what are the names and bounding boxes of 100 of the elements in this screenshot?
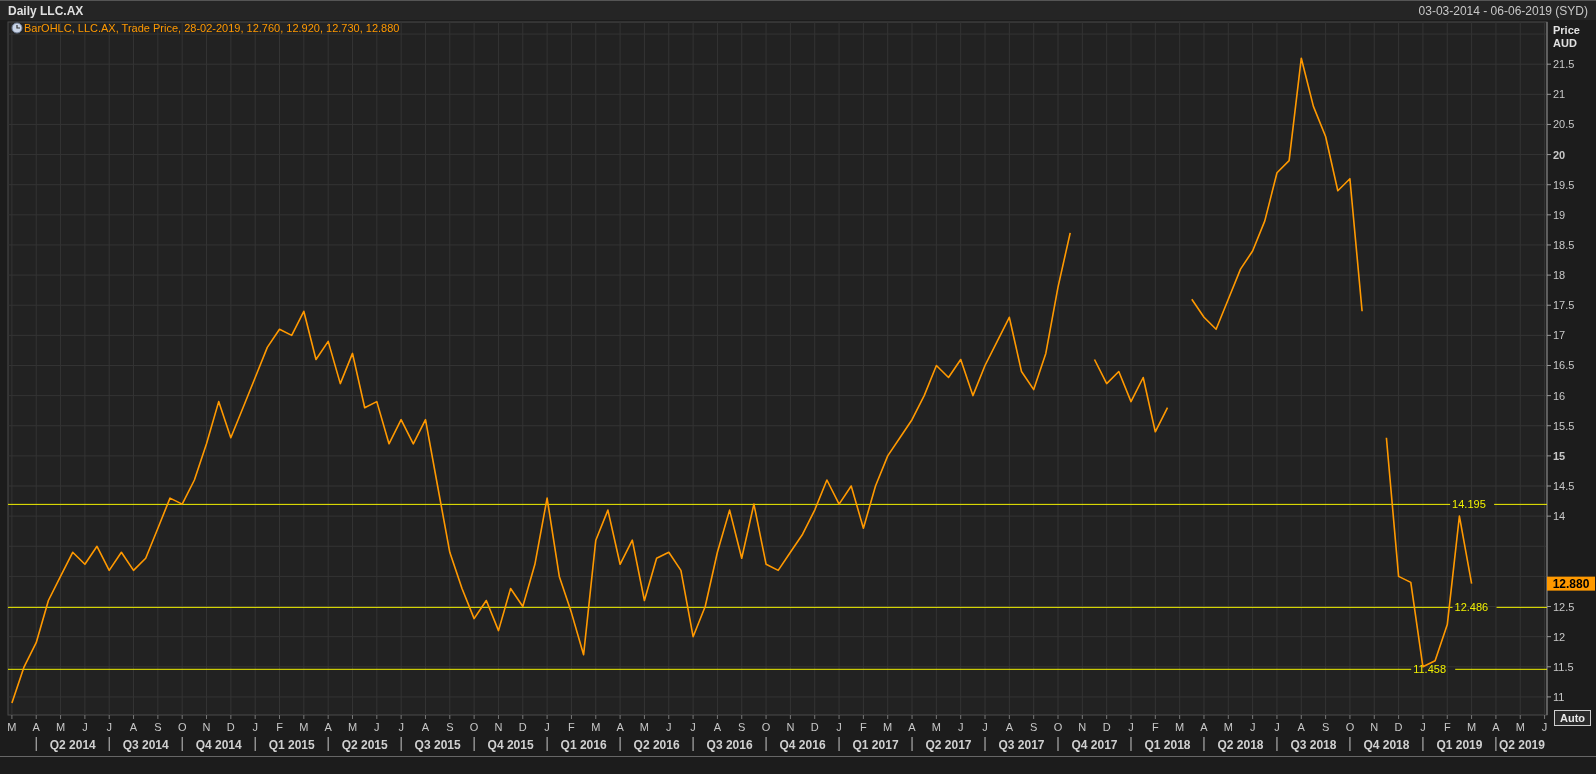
quarter-label: Q1 2015 bbox=[268, 738, 315, 752]
quarter-label: Q2 2014 bbox=[49, 738, 96, 752]
month-label: M bbox=[883, 721, 893, 733]
level-label: 12.486 bbox=[1454, 601, 1489, 614]
month-label: S bbox=[1030, 721, 1038, 733]
month-label: F bbox=[1151, 721, 1159, 733]
last-price-tag: 12.880 bbox=[1547, 576, 1595, 591]
quarter-label: Q3 2018 bbox=[1290, 738, 1337, 752]
quarter-label: Q3 2017 bbox=[998, 738, 1045, 752]
quarter-label: Q2 2019 bbox=[1498, 738, 1545, 752]
quarter-label: Q3 2015 bbox=[414, 738, 461, 752]
month-label: F bbox=[568, 721, 575, 733]
price-label: 15.5 bbox=[1553, 419, 1575, 432]
quarter-label: Q4 2015 bbox=[487, 738, 534, 752]
level-label: 14.195 bbox=[1452, 498, 1486, 511]
axis-unit: AUD bbox=[1553, 37, 1577, 49]
price-label: 19.5 bbox=[1553, 178, 1575, 191]
month-label: A bbox=[324, 721, 332, 733]
month-label: S bbox=[446, 721, 454, 733]
price-label: 17 bbox=[1553, 329, 1566, 342]
month-label: J bbox=[690, 721, 696, 733]
month-label: A bbox=[1005, 721, 1013, 733]
month-label: N bbox=[1370, 721, 1379, 733]
month-label: J bbox=[106, 721, 112, 733]
quarter-label: Q3 2016 bbox=[706, 738, 753, 752]
month-label: A bbox=[129, 721, 138, 733]
price-label: 11 bbox=[1553, 690, 1565, 703]
quarter-label: Q1 2017 bbox=[852, 738, 899, 752]
month-label: O bbox=[177, 721, 187, 733]
level-line[interactable] bbox=[7, 606, 1548, 608]
quarter-label: Q4 2018 bbox=[1363, 738, 1410, 752]
quarter-label: Q4 2014 bbox=[195, 738, 242, 752]
month-label: N bbox=[1078, 721, 1087, 733]
month-label: M bbox=[347, 721, 358, 733]
month-label: J bbox=[1541, 721, 1548, 733]
level-line[interactable] bbox=[7, 503, 1548, 505]
month-label: A bbox=[1492, 721, 1500, 733]
quarter-label: Q3 2014 bbox=[122, 738, 169, 752]
quarter-label: Q2 2017 bbox=[925, 738, 972, 752]
quarter-label: Q1 2019 bbox=[1436, 738, 1483, 752]
month-label: J bbox=[836, 721, 842, 733]
quarter-label: Q1 2016 bbox=[560, 738, 607, 752]
month-label: M bbox=[1175, 721, 1185, 733]
price-label: 12.5 bbox=[1553, 600, 1575, 613]
price-label: 16 bbox=[1553, 389, 1566, 402]
price-label: 11.5 bbox=[1553, 660, 1574, 673]
axis-title: Price bbox=[1553, 24, 1580, 36]
price-label: 21.5 bbox=[1553, 58, 1575, 71]
month-label: D bbox=[1394, 721, 1403, 733]
quarter-label: Q4 2017 bbox=[1071, 738, 1118, 752]
price-label: 18.5 bbox=[1553, 238, 1575, 251]
month-label: J bbox=[82, 721, 88, 733]
price-label: 15 bbox=[1553, 449, 1566, 462]
month-label: J bbox=[1128, 721, 1134, 733]
month-label: J bbox=[957, 721, 964, 733]
month-label: J bbox=[252, 721, 258, 733]
month-label: M bbox=[931, 721, 941, 733]
auto-button[interactable]: Auto bbox=[1554, 710, 1591, 726]
month-label: D bbox=[1102, 721, 1111, 733]
level-line[interactable] bbox=[7, 668, 1548, 670]
month-label: J bbox=[398, 721, 404, 733]
month-label: D bbox=[226, 721, 235, 733]
month-label: A bbox=[1297, 721, 1305, 733]
month-label: M bbox=[299, 721, 309, 733]
price-label: 17.5 bbox=[1553, 299, 1575, 312]
price-label: 21 bbox=[1553, 88, 1566, 101]
price-label: 20.5 bbox=[1553, 118, 1575, 131]
month-label: F bbox=[276, 721, 283, 733]
month-label: J bbox=[374, 721, 380, 733]
month-label: N bbox=[202, 721, 211, 733]
month-label: M bbox=[1467, 721, 1477, 733]
month-label: D bbox=[518, 721, 527, 733]
legend-text: BarOHLC, LLC.AX, Trade Price, 28-02-2019, 12.760, 12.920, 12.730, 12.880 bbox=[24, 22, 400, 34]
month-label: M bbox=[1515, 721, 1525, 733]
price-label: 14 bbox=[1553, 510, 1566, 523]
month-label: M bbox=[55, 721, 66, 733]
month-label: N bbox=[494, 721, 503, 733]
month-label: D bbox=[810, 721, 819, 733]
price-label: 12 bbox=[1553, 630, 1566, 643]
month-label: A bbox=[908, 721, 916, 733]
month-label: A bbox=[32, 721, 40, 733]
month-label: J bbox=[1420, 721, 1426, 733]
level-label: 11.458 bbox=[1413, 663, 1446, 676]
month-label: J bbox=[1249, 721, 1256, 733]
month-label: A bbox=[1200, 721, 1208, 733]
month-label: O bbox=[1053, 721, 1063, 733]
month-label: F bbox=[1443, 721, 1451, 733]
price-label: 18 bbox=[1553, 269, 1566, 282]
month-label: O bbox=[469, 721, 479, 733]
price-label: 20 bbox=[1553, 148, 1566, 161]
price-label: 16.5 bbox=[1553, 359, 1575, 372]
price-label: 14.5 bbox=[1553, 480, 1575, 492]
month-label: F bbox=[860, 721, 867, 733]
month-label: O bbox=[761, 721, 771, 733]
month-label: A bbox=[421, 721, 430, 733]
month-label: M bbox=[639, 721, 649, 733]
month-label: J bbox=[544, 721, 550, 733]
month-label: A bbox=[616, 721, 624, 733]
month-label: N bbox=[786, 721, 795, 733]
month-label: S bbox=[738, 721, 746, 733]
